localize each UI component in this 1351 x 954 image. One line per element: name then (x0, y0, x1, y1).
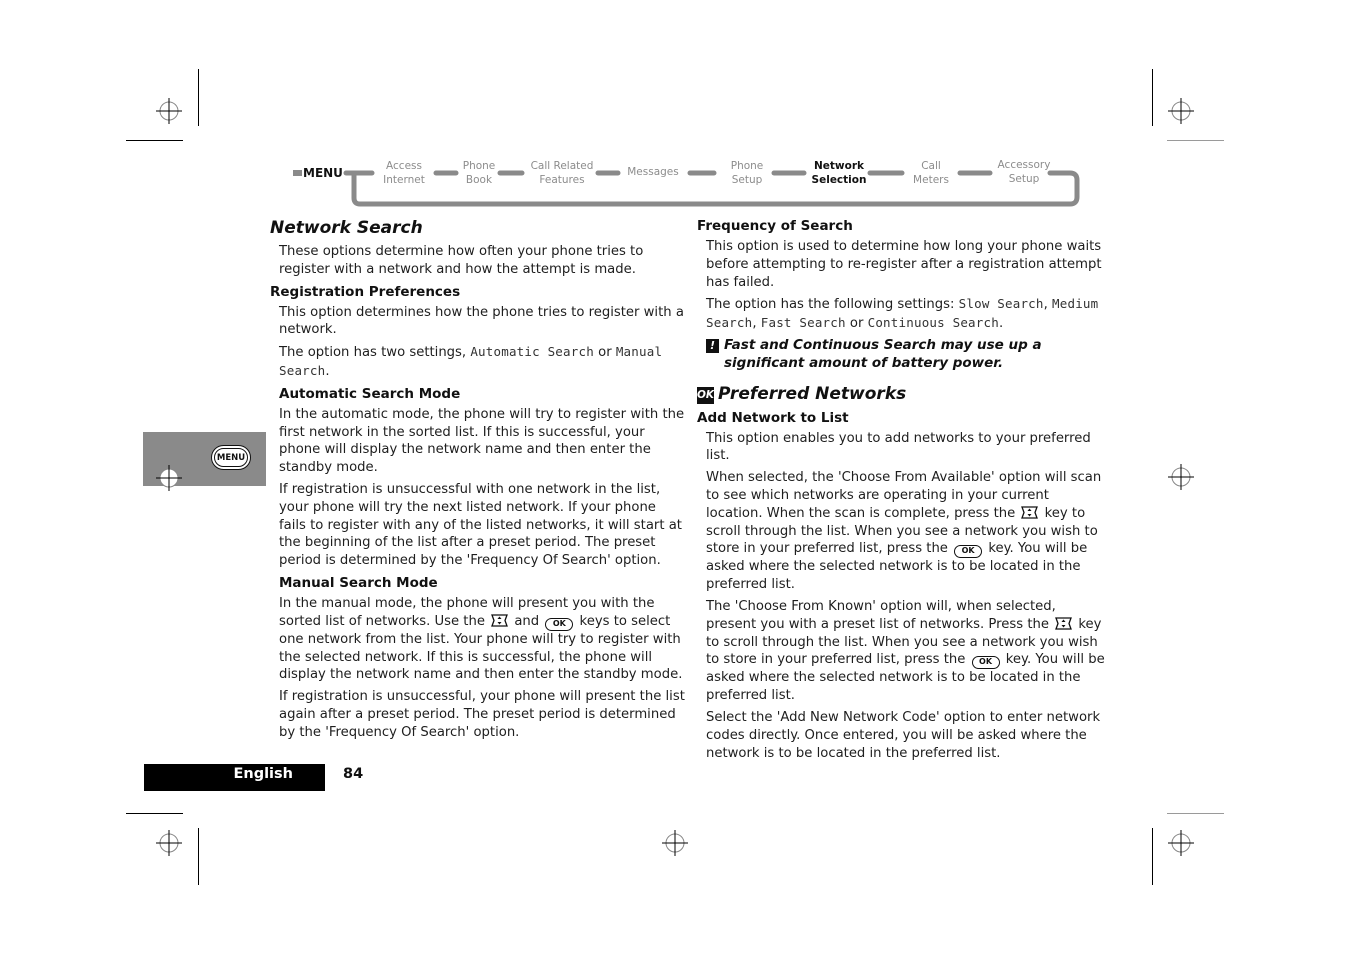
nav-item-line1: Network (813, 160, 864, 172)
setting-automatic-search: Automatic Search (470, 344, 594, 360)
crop-line-top-left-v (198, 69, 199, 126)
nav-item-line2: Features (539, 174, 585, 186)
text: The 'Choose From Known' option will, whe… (706, 598, 1056, 632)
crop-line-top-right-h (1167, 140, 1224, 141)
registration-mark-icon (1168, 830, 1194, 856)
paragraph-frequency-settings: The option has the following settings: S… (706, 295, 1109, 333)
registration-mark-icon (1168, 98, 1194, 124)
left-column: Network Search These options determine h… (270, 217, 685, 746)
nav-item-line2: Meters (913, 174, 949, 186)
page-number: 84 (343, 766, 364, 782)
nav-item-line1: Phone (462, 160, 496, 172)
text: The option has the following settings: (706, 297, 959, 313)
menu-key-label: MENU (216, 452, 246, 463)
paragraph: This option is used to determine how lon… (706, 239, 1102, 290)
paragraph-choose-from-known: The 'Choose From Known' option will, whe… (706, 598, 1109, 705)
paragraph-settings: The option has two settings, Automatic S… (279, 343, 685, 381)
right-column: Frequency of Search This option is used … (697, 217, 1109, 766)
registration-mark-icon (156, 830, 182, 856)
menu-marker-icon (293, 170, 302, 176)
nav-item-call-meters: Call Meters (913, 159, 949, 187)
nav-item-call-related-features: Call Related Features (531, 159, 594, 187)
nav-item-phone-setup: Phone Setup (731, 159, 764, 187)
nav-item-line2: Setup (1008, 173, 1040, 185)
paragraph: This option determines how the phone tri… (279, 304, 684, 338)
heading-automatic-search-mode: Automatic Search Mode (279, 385, 461, 402)
scroll-key-icon (1021, 506, 1039, 519)
heading-frequency-of-search: Frequency of Search (697, 218, 853, 234)
heading-manual-search-mode: Manual Search Mode (279, 574, 438, 591)
intro-paragraph: These options determine how often your p… (279, 244, 644, 277)
paragraph: In the automatic mode, the phone will tr… (279, 406, 685, 476)
setting-slow-search: Slow Search (958, 296, 1044, 312)
crop-line-bottom-left-h (126, 813, 183, 814)
nav-item-line1: Call (921, 160, 941, 172)
ok-key-icon: OK (954, 545, 983, 559)
nav-item-access-internet: Access Internet (383, 159, 425, 187)
crop-line-bottom-right-h (1167, 813, 1224, 814)
paragraph: Select the 'Add New Network Code' option… (706, 709, 1101, 761)
setting-continuous-search: Continuous Search (867, 315, 999, 331)
nav-item-line2: Internet (383, 174, 425, 186)
nav-item-accessory-setup: Accessory Setup (998, 158, 1051, 186)
registration-mark-icon (156, 465, 182, 491)
text: and (510, 613, 544, 629)
registration-mark-icon (1168, 464, 1194, 490)
text: or (845, 316, 868, 332)
crop-line-top-left-h (126, 140, 183, 141)
ok-key-icon: OK (545, 617, 574, 631)
paragraph: If registration is unsuccessful with one… (279, 481, 682, 569)
section-title-network-search: Network Search (270, 218, 423, 238)
warning-note: ! Fast and Continuous Search may use up … (706, 337, 1109, 373)
heading-add-network-to-list: Add Network to List (697, 409, 849, 426)
scroll-key-icon (491, 614, 509, 627)
text: The option has two settings, (279, 345, 471, 361)
registration-mark-icon (662, 830, 688, 856)
menu-key-icon: MENU (211, 445, 251, 470)
nav-item-line2: Selection (811, 174, 867, 186)
nav-item-phone-book: Phone Book (463, 159, 496, 187)
nav-menu-label: MENU (303, 166, 343, 180)
paragraph: This option enables you to add networks … (706, 430, 1091, 464)
text: or (593, 345, 616, 361)
scroll-key-icon (1055, 617, 1073, 630)
text: , (1043, 297, 1053, 313)
nav-item-line1: Access (386, 160, 422, 172)
paragraph-manual-mode: In the manual mode, the phone will prese… (279, 595, 685, 684)
registration-mark-icon (156, 98, 182, 124)
crop-line-top-right-v (1152, 69, 1153, 126)
language-bar: English (144, 764, 325, 791)
nav-item-messages: Messages (627, 165, 679, 179)
warning-icon: ! (706, 338, 719, 353)
nav-item-line1: Call Related (530, 160, 594, 172)
section-title-text: Preferred Networks (718, 383, 907, 404)
language-label: English (233, 766, 293, 782)
warning-text: Fast and Continuous Search may use up a … (724, 336, 1042, 371)
menu-navigation-map: MENU Access Internet Phone Book Call Rel… (280, 150, 1100, 212)
heading-registration-preferences: Registration Preferences (270, 283, 461, 300)
nav-item-line1: Messages (627, 166, 679, 178)
side-tab: MENU (143, 432, 266, 491)
nav-item-line1: Accessory (997, 159, 1051, 171)
crop-line-bottom-left-v (198, 828, 199, 885)
nav-item-line2: Book (465, 174, 493, 186)
paragraph: If registration is unsuccessful, your ph… (279, 689, 685, 740)
text: , (752, 316, 761, 332)
setting-fast-search: Fast Search (760, 315, 846, 331)
text: . (325, 363, 330, 379)
ok-badge-icon: OK (697, 386, 714, 404)
section-title-preferred-networks: OK Preferred Networks (697, 383, 1109, 405)
paragraph-choose-from-available: When selected, the 'Choose From Availabl… (706, 469, 1109, 594)
nav-item-line2: Setup (731, 174, 763, 186)
nav-item-network-selection: Network Selection (812, 159, 867, 187)
ok-key-icon: OK (971, 656, 1000, 670)
nav-item-line1: Phone (730, 160, 764, 172)
text: . (998, 316, 1004, 332)
crop-line-bottom-right-v (1152, 828, 1153, 885)
